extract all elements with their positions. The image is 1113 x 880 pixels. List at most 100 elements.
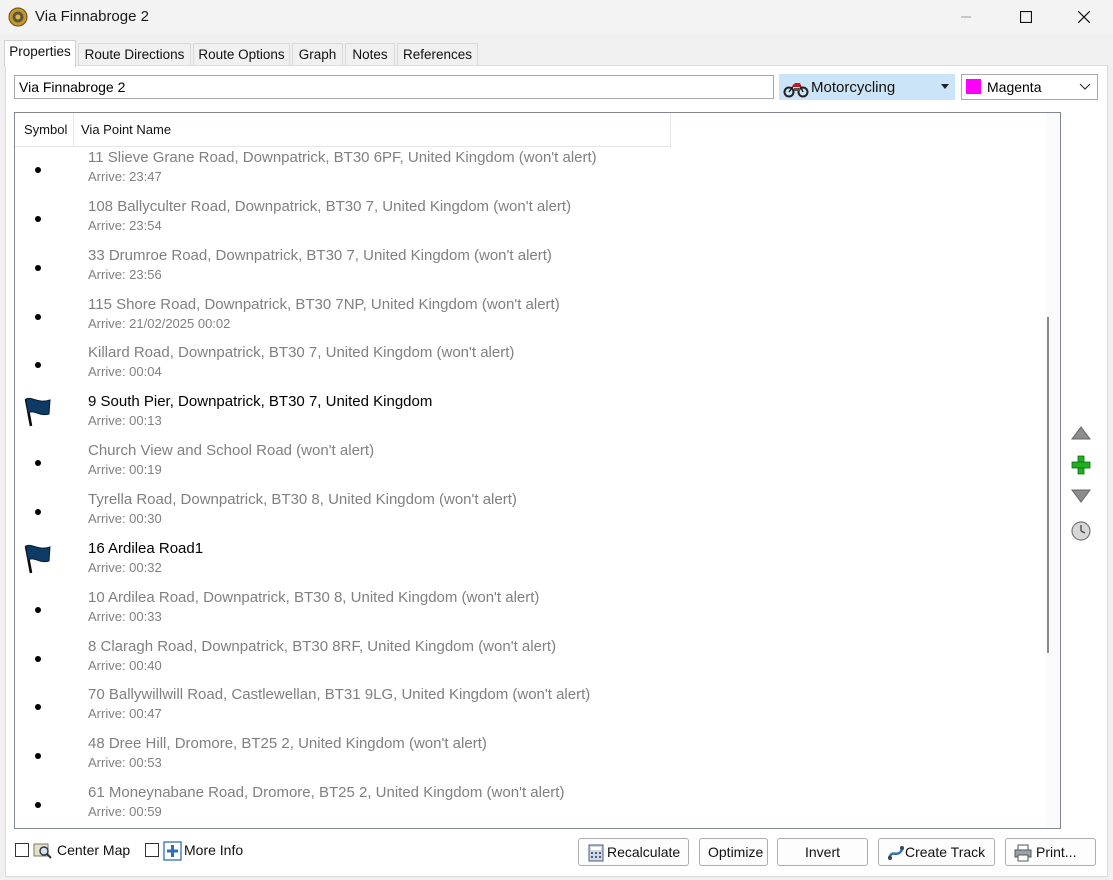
- waypoint-flag-icon: [24, 398, 51, 427]
- via-point-list[interactable]: Symbol Via Point Name 11 Slieve Grane Ro…: [14, 112, 1061, 829]
- list-item[interactable]: 108 Ballyculter Road, Downpatrick, BT30 …: [15, 196, 1045, 245]
- add-via-point-button[interactable]: [1069, 453, 1093, 477]
- center-map-label: Center Map: [57, 842, 131, 858]
- via-point-name: 115 Shore Road, Downpatrick, BT30 7NP, U…: [88, 295, 560, 313]
- via-point-bullet-icon: [35, 362, 41, 369]
- via-point-bullet-icon: [35, 264, 41, 271]
- move-up-button[interactable]: [1069, 421, 1093, 445]
- column-header-symbol[interactable]: Symbol: [15, 113, 74, 146]
- app-icon: [8, 7, 28, 27]
- more-info-label: More Info: [184, 842, 244, 858]
- minimize-icon: [961, 16, 971, 18]
- route-color-select[interactable]: Magenta: [961, 74, 1098, 100]
- travel-mode-select[interactable]: Motorcycling: [779, 74, 955, 100]
- create-track-button[interactable]: Create Track: [878, 838, 995, 866]
- arrive-time: Arrive: 23:56: [88, 266, 162, 282]
- color-label: Magenta: [987, 79, 1042, 95]
- arrive-time: Arrive: 00:53: [88, 755, 162, 771]
- list-item[interactable]: 8 Claragh Road, Downpatrick, BT30 8RF, U…: [15, 636, 1045, 685]
- arrive-time: Arrive: 00:33: [88, 608, 162, 624]
- via-point-bullet-icon: [35, 508, 41, 515]
- arrive-time: Arrive: 00:13: [88, 413, 162, 429]
- more-info-checkbox[interactable]: [145, 843, 159, 857]
- via-point-bullet-icon: [35, 313, 41, 320]
- arrive-time: Arrive: 00:59: [88, 804, 162, 820]
- list-item[interactable]: 70 Ballywillwill Road, Castlewellan, BT3…: [15, 684, 1045, 733]
- via-point-name: 16 Ardilea Road1: [88, 539, 204, 557]
- tab-notes[interactable]: Notes: [345, 43, 395, 65]
- optimize-button[interactable]: Optimize: [699, 838, 768, 866]
- via-point-name: 33 Drumroe Road, Downpatrick, BT30 7, Un…: [88, 246, 552, 264]
- list-item[interactable]: Church View and School Road (won't alert…: [15, 440, 1045, 489]
- via-point-bullet-icon: [35, 655, 41, 662]
- list-item[interactable]: 10 Ardilea Road, Downpatrick, BT30 8, Un…: [15, 587, 1045, 636]
- tab-references[interactable]: References: [397, 43, 478, 65]
- route-name-input[interactable]: [14, 75, 774, 99]
- chevron-down-icon: [1079, 83, 1091, 90]
- via-point-name: 11 Slieve Grane Road, Downpatrick, BT30 …: [88, 149, 597, 166]
- tab-properties[interactable]: Properties: [4, 40, 76, 67]
- arrive-time: Arrive: 23:54: [88, 217, 162, 233]
- window-title: Via Finnabroge 2: [35, 8, 149, 25]
- arrive-time: Arrive: 23:47: [88, 169, 162, 184]
- scrollbar-thumb[interactable]: [1047, 317, 1049, 653]
- arrive-time: Arrive: 00:40: [88, 657, 162, 673]
- via-point-name: Church View and School Road (won't alert…: [88, 442, 375, 460]
- tab-graph[interactable]: Graph: [292, 43, 343, 65]
- via-point-bullet-icon: [35, 460, 41, 467]
- tab-route-options[interactable]: Route Options: [193, 43, 290, 65]
- map-magnifier-icon: [33, 843, 52, 859]
- recalculate-label: Recalculate: [607, 844, 681, 860]
- via-point-name: Tyrella Road, Downpatrick, BT30 8, Unite…: [88, 490, 517, 508]
- center-map-checkbox[interactable]: [15, 843, 29, 857]
- maximize-button[interactable]: [1003, 0, 1049, 34]
- list-item[interactable]: 11 Slieve Grane Road, Downpatrick, BT30 …: [15, 147, 1045, 196]
- list-header: Symbol Via Point Name: [15, 113, 671, 147]
- move-down-button[interactable]: [1069, 484, 1093, 508]
- via-point-name: 8 Claragh Road, Downpatrick, BT30 8RF, U…: [88, 637, 557, 655]
- tab-route-directions[interactable]: Route Directions: [78, 43, 191, 65]
- schedule-button[interactable]: [1069, 519, 1093, 543]
- optimize-label: Optimize: [708, 844, 764, 860]
- via-point-name: Killard Road, Downpatrick, BT30 7, Unite…: [88, 344, 515, 362]
- via-point-name: 9 South Pier, Downpatrick, BT30 7, Unite…: [88, 393, 433, 411]
- calculator-icon: [588, 844, 604, 862]
- close-button[interactable]: [1061, 0, 1107, 34]
- via-point-bullet-icon: [35, 802, 41, 809]
- via-point-name: 48 Dree Hill, Dromore, BT25 2, United Ki…: [88, 735, 487, 753]
- list-item[interactable]: 48 Dree Hill, Dromore, BT25 2, United Ki…: [15, 733, 1045, 782]
- via-point-name: 10 Ardilea Road, Downpatrick, BT30 8, Un…: [88, 588, 540, 606]
- via-point-bullet-icon: [35, 167, 41, 173]
- create-track-label: Create Track: [905, 844, 986, 860]
- motorcycle-icon: [783, 83, 809, 98]
- list-item[interactable]: Tyrella Road, Downpatrick, BT30 8, Unite…: [15, 489, 1045, 538]
- list-item[interactable]: Killard Road, Downpatrick, BT30 7, Unite…: [15, 342, 1045, 391]
- travel-mode-label: Motorcycling: [811, 79, 896, 96]
- add-icon: [1071, 455, 1091, 475]
- via-point-name: 70 Ballywillwill Road, Castlewellan, BT3…: [88, 686, 591, 704]
- column-header-via-point-name[interactable]: Via Point Name: [74, 113, 671, 146]
- list-item[interactable]: 61 Moneynabane Road, Dromore, BT25 2, Un…: [15, 782, 1045, 828]
- list-item[interactable]: 16 Ardilea Road1 Arrive: 00:32: [15, 538, 1045, 587]
- list-item[interactable]: 9 South Pier, Downpatrick, BT30 7, Unite…: [15, 391, 1045, 440]
- list-item[interactable]: 33 Drumroe Road, Downpatrick, BT30 7, Un…: [15, 245, 1045, 294]
- invert-label: Invert: [805, 844, 841, 860]
- recalculate-button[interactable]: Recalculate: [578, 838, 689, 866]
- dropdown-arrow-icon: [941, 84, 949, 89]
- invert-button[interactable]: Invert: [777, 838, 868, 866]
- move-up-icon: [1071, 426, 1091, 440]
- print-label: Print...: [1036, 844, 1077, 860]
- via-point-bullet-icon: [35, 606, 41, 613]
- clock-icon: [1071, 521, 1091, 541]
- maximize-icon: [1020, 11, 1032, 23]
- print-button[interactable]: Print...: [1005, 838, 1096, 866]
- minimize-button[interactable]: [943, 0, 989, 34]
- info-plus-icon: [163, 841, 182, 861]
- track-icon: [887, 846, 905, 860]
- via-point-bullet-icon: [35, 215, 41, 222]
- arrive-time: Arrive: 21/02/2025 00:02: [88, 315, 231, 331]
- color-swatch: [966, 79, 981, 94]
- list-item[interactable]: 115 Shore Road, Downpatrick, BT30 7NP, U…: [15, 294, 1045, 343]
- printer-icon: [1014, 844, 1032, 862]
- arrive-time: Arrive: 00:30: [88, 510, 162, 526]
